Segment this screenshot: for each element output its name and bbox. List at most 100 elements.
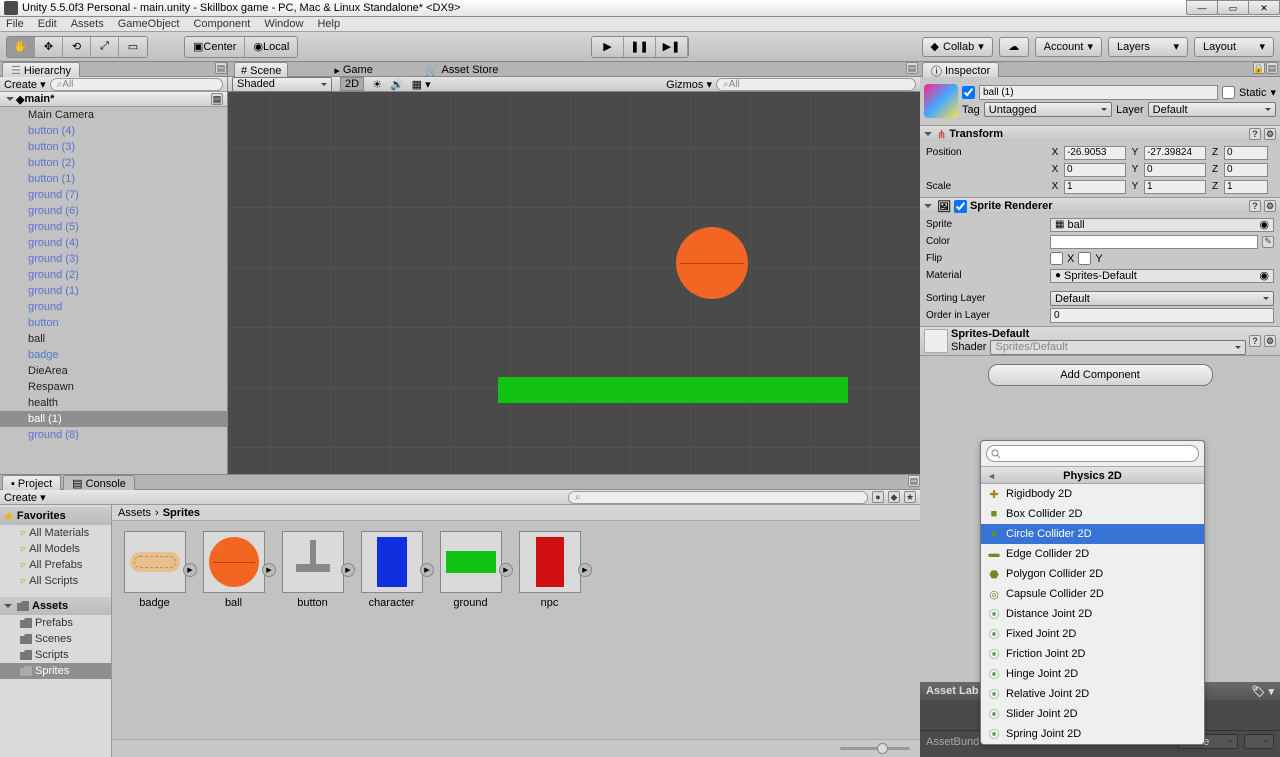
shader-dropdown[interactable]: Sprites/Default — [990, 340, 1246, 355]
folder-item[interactable]: Prefabs — [0, 615, 111, 631]
asset-item[interactable]: ▶character — [359, 531, 424, 609]
hierarchy-options-button[interactable]: ▤ — [215, 62, 227, 74]
sr-help-button[interactable]: ? — [1249, 200, 1261, 212]
component-menu-item[interactable]: ■Box Collider 2D — [981, 504, 1204, 524]
component-menu-item[interactable]: ⦿Spring Joint 2D — [981, 724, 1204, 744]
hierarchy-item[interactable]: DieArea — [0, 363, 227, 379]
position-x-input[interactable] — [1064, 146, 1126, 160]
component-menu-header[interactable]: Physics 2D — [981, 466, 1204, 484]
hierarchy-item[interactable]: ground (8) — [0, 427, 227, 443]
hierarchy-item[interactable]: ground (5) — [0, 219, 227, 235]
lighting-toggle-icon[interactable]: ☀ — [372, 78, 382, 91]
hierarchy-item[interactable]: button (4) — [0, 123, 227, 139]
rotation-z-input[interactable] — [1224, 163, 1268, 177]
scale-z-input[interactable] — [1224, 180, 1268, 194]
sprite-field[interactable]: ▦ ball◉ — [1050, 218, 1274, 232]
pause-button[interactable]: ❚❚ — [624, 37, 656, 57]
rotation-y-input[interactable] — [1144, 163, 1206, 177]
hand-tool-button[interactable]: ✋ — [7, 37, 35, 57]
asset-bundle-variant-dropdown[interactable] — [1244, 734, 1274, 749]
position-z-input[interactable] — [1224, 146, 1268, 160]
hierarchy-item[interactable]: button (3) — [0, 139, 227, 155]
scene-object-ball[interactable] — [676, 227, 748, 299]
pivot-center-button[interactable]: ▣ Center — [185, 37, 245, 57]
gameobject-active-checkbox[interactable] — [962, 86, 975, 99]
fx-toggle-icon[interactable]: ▦ ▾ — [412, 78, 431, 91]
flip-x-checkbox[interactable] — [1050, 252, 1063, 265]
window-minimize-button[interactable]: — — [1186, 0, 1218, 15]
project-search-input[interactable]: ⌕ — [568, 491, 868, 504]
asset-expand-icon[interactable]: ▶ — [578, 563, 592, 577]
account-button[interactable]: Account ▾ — [1035, 37, 1102, 57]
play-button[interactable]: ▶ — [592, 37, 624, 57]
component-menu-item[interactable]: ⦿Hinge Joint 2D — [981, 664, 1204, 684]
menu-window[interactable]: Window — [264, 18, 303, 30]
audio-toggle-icon[interactable]: 🔊 — [390, 78, 404, 91]
favorite-item[interactable]: ⌕ All Scripts — [0, 573, 111, 589]
material-section-header[interactable]: Sprites-Default Shader Sprites/Default ?… — [920, 327, 1280, 355]
component-menu-item[interactable]: ⬣Polygon Collider 2D — [981, 564, 1204, 584]
transform-component-header[interactable]: ⋔Transform?⚙ — [920, 126, 1280, 142]
transform-help-button[interactable]: ? — [1249, 128, 1261, 140]
layer-dropdown[interactable]: Default — [1148, 102, 1276, 117]
menu-help[interactable]: Help — [317, 18, 340, 30]
console-tab[interactable]: ▤ Console — [63, 475, 135, 491]
menu-assets[interactable]: Assets — [71, 18, 104, 30]
rect-tool-button[interactable]: ▭ — [119, 37, 147, 57]
order-in-layer-input[interactable] — [1050, 308, 1274, 323]
folder-item[interactable]: Sprites — [0, 663, 111, 679]
favorite-item[interactable]: ⌕ All Materials — [0, 525, 111, 541]
favorite-item[interactable]: ⌕ All Prefabs — [0, 557, 111, 573]
menu-file[interactable]: File — [6, 18, 24, 30]
rotation-x-input[interactable] — [1064, 163, 1126, 177]
scene-options-button[interactable]: ▤ — [906, 62, 918, 74]
inspector-tab[interactable]: ⓘ Inspector — [922, 62, 999, 78]
menu-gameobject[interactable]: GameObject — [118, 18, 180, 30]
breadcrumb-assets[interactable]: Assets — [118, 507, 151, 519]
scale-x-input[interactable] — [1064, 180, 1126, 194]
asset-expand-icon[interactable]: ▶ — [420, 563, 434, 577]
component-menu-item[interactable]: ⦿Relative Joint 2D — [981, 684, 1204, 704]
cloud-button[interactable]: ☁ — [999, 37, 1029, 57]
asset-store-tab[interactable]: 🛒Asset Store — [419, 62, 505, 78]
scene-object-ground[interactable] — [498, 377, 848, 403]
layers-dropdown[interactable]: Layers▾ — [1108, 37, 1188, 57]
step-button[interactable]: ▶❚ — [656, 37, 688, 57]
hierarchy-item[interactable]: ground (2) — [0, 267, 227, 283]
search-save-button[interactable]: ★ — [904, 491, 916, 503]
search-type-button[interactable]: ◆ — [888, 491, 900, 503]
color-picker-button[interactable]: ✎ — [1262, 236, 1274, 248]
hierarchy-item[interactable]: health — [0, 395, 227, 411]
hierarchy-item[interactable]: button (1) — [0, 171, 227, 187]
search-filter-button[interactable]: ● — [872, 491, 884, 503]
sprite-renderer-header[interactable]: 🖼Sprite Renderer?⚙ — [920, 198, 1280, 214]
material-field[interactable]: ● Sprites-Default◉ — [1050, 269, 1274, 283]
hierarchy-create-button[interactable]: Create ▾ — [4, 78, 46, 91]
sr-settings-button[interactable]: ⚙ — [1264, 200, 1276, 212]
hierarchy-item[interactable]: badge — [0, 347, 227, 363]
move-tool-button[interactable]: ✥ — [35, 37, 63, 57]
thumbnail-size-slider[interactable] — [840, 747, 910, 750]
2d-toggle-button[interactable]: 2D — [340, 77, 364, 91]
layout-dropdown[interactable]: Layout▾ — [1194, 37, 1274, 57]
hierarchy-item[interactable]: ground (4) — [0, 235, 227, 251]
add-component-button[interactable]: Add Component — [988, 364, 1213, 386]
scale-tool-button[interactable]: ⤢ — [91, 37, 119, 57]
inspector-lock-button[interactable]: 🔒 — [1253, 62, 1265, 74]
scene-options-button[interactable]: ▤ — [211, 93, 223, 105]
material-help-button[interactable]: ? — [1249, 335, 1261, 347]
transform-settings-button[interactable]: ⚙ — [1264, 128, 1276, 140]
project-options-button[interactable]: ▤ — [908, 475, 920, 487]
menu-component[interactable]: Component — [193, 18, 250, 30]
static-dropdown-button[interactable]: ▾ — [1270, 86, 1276, 99]
hierarchy-item[interactable]: button (2) — [0, 155, 227, 171]
folder-item[interactable]: Scripts — [0, 647, 111, 663]
flip-y-checkbox[interactable] — [1078, 252, 1091, 265]
scene-view[interactable] — [228, 92, 920, 474]
hierarchy-item[interactable]: Main Camera — [0, 107, 227, 123]
asset-item[interactable]: ▶button — [280, 531, 345, 609]
sprite-renderer-enable-checkbox[interactable] — [954, 200, 967, 213]
color-field[interactable] — [1050, 235, 1258, 249]
tag-dropdown[interactable]: Untagged — [984, 102, 1112, 117]
hierarchy-item[interactable]: button — [0, 315, 227, 331]
